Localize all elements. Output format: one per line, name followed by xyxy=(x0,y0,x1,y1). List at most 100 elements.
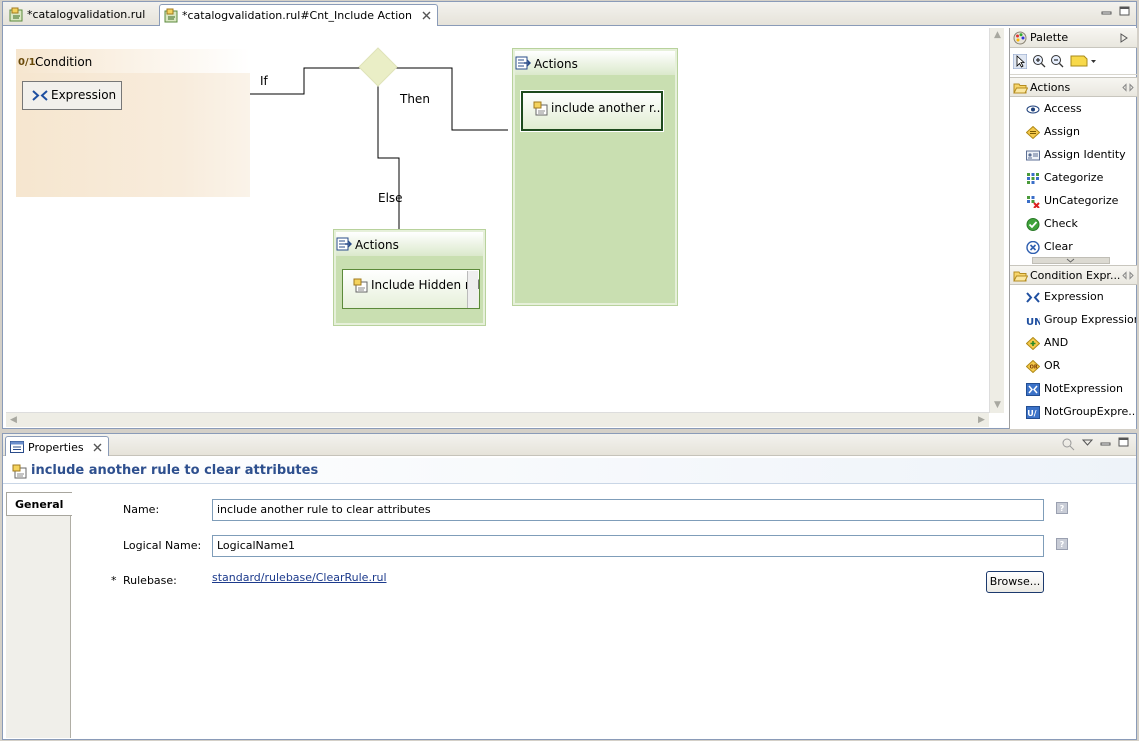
tab-label: *catalogvalidation.rul xyxy=(27,8,146,21)
palette-item-label: Assign Identity xyxy=(1044,148,1126,161)
palette-item-not-group-expression[interactable]: U/ NotGroupExpre... xyxy=(1024,402,1136,422)
palette-item-assign-identity[interactable]: Assign Identity xyxy=(1024,145,1136,165)
folder-open-icon xyxy=(1013,271,1028,282)
actions-icon xyxy=(336,237,352,251)
and-icon xyxy=(1026,337,1040,350)
tab-general[interactable]: General xyxy=(6,492,72,516)
pin-icon[interactable] xyxy=(1122,83,1134,92)
palette-item-expression[interactable]: Expression xyxy=(1024,287,1136,307)
properties-title: include another rule to clear attributes xyxy=(31,463,319,478)
canvas-horizontal-scrollbar[interactable]: ◀ ▶ xyxy=(6,412,989,427)
or-icon: OR xyxy=(1026,360,1040,373)
condition-title: Condition xyxy=(35,55,93,69)
palette-scroll-more[interactable] xyxy=(1032,257,1110,264)
branch-label-else: Else xyxy=(378,191,403,205)
palette-icon xyxy=(1013,31,1027,45)
rulebase-link[interactable]: standard/rulebase/ClearRule.rul xyxy=(212,571,387,584)
tab-properties[interactable]: Properties xyxy=(5,436,110,456)
include-action-label: include another r... xyxy=(551,101,663,115)
zoom-in-icon[interactable] xyxy=(1032,54,1046,68)
properties-tab-label: Properties xyxy=(28,441,84,454)
scroll-down-icon[interactable]: ▼ xyxy=(990,398,1005,413)
palette-group-actions[interactable]: Actions xyxy=(1010,77,1137,97)
svg-text:UN: UN xyxy=(1026,317,1040,327)
include-hidden-rule-node[interactable]: Include Hidden rule xyxy=(342,269,480,309)
not-expression-icon xyxy=(1026,383,1040,396)
properties-side-tabs: General xyxy=(6,492,72,738)
scroll-up-icon[interactable]: ▲ xyxy=(990,28,1005,43)
assign-icon xyxy=(1026,126,1040,139)
then-actions-panel[interactable]: Actions include another r... xyxy=(512,48,678,306)
scroll-right-icon[interactable]: ▶ xyxy=(974,413,989,428)
eye-icon xyxy=(1026,105,1040,114)
properties-tab-bar: Properties xyxy=(3,434,1136,456)
close-icon[interactable] xyxy=(93,443,102,452)
uncategorize-icon xyxy=(1027,196,1040,208)
browse-button[interactable]: Browse... xyxy=(986,571,1044,593)
scroll-left-icon[interactable]: ◀ xyxy=(6,413,21,428)
close-icon[interactable] xyxy=(422,11,431,20)
palette-item-categorize[interactable]: Categorize xyxy=(1024,168,1136,188)
name-label: Name: xyxy=(123,503,160,516)
palette-item-access[interactable]: Access xyxy=(1024,99,1136,119)
palette-item-label: AND xyxy=(1044,336,1069,349)
clear-icon xyxy=(1026,241,1040,254)
chevron-down-icon xyxy=(1066,258,1075,263)
canvas-vertical-scrollbar[interactable]: ▲ ▼ xyxy=(989,28,1004,413)
help-icon[interactable]: ? xyxy=(1056,538,1068,550)
rulebase-label: Rulebase: xyxy=(123,574,177,587)
tab-catalogvalidation[interactable]: *catalogvalidation.rul xyxy=(5,4,151,26)
pin-icon[interactable] xyxy=(1122,271,1134,280)
palette-item-label: Check xyxy=(1044,217,1078,230)
include-action-node-selected[interactable]: include another r... xyxy=(520,90,664,132)
palette-item-clear[interactable]: Clear xyxy=(1024,237,1136,257)
help-icon[interactable]: ? xyxy=(1056,502,1068,514)
zoom-out-icon[interactable] xyxy=(1050,54,1064,68)
decision-diamond xyxy=(358,47,398,87)
note-tool-icon[interactable] xyxy=(1070,55,1096,67)
minimize-icon[interactable] xyxy=(1101,6,1112,16)
palette-toolbar xyxy=(1010,49,1137,75)
logical-name-label: Logical Name: xyxy=(123,539,202,552)
tab-include-action[interactable]: *catalogvalidation.rul#Cnt_Include Actio… xyxy=(159,4,438,26)
palette-item-and[interactable]: AND xyxy=(1024,333,1136,353)
expression-node[interactable]: Expression xyxy=(22,81,122,110)
maximize-icon[interactable] xyxy=(1118,437,1129,447)
diagram-canvas[interactable]: 0/1 Condition Expression If Then Else Ac… xyxy=(6,28,1003,413)
logical-name-field[interactable]: LogicalName1 xyxy=(212,535,1044,557)
pin-view-icon[interactable] xyxy=(1061,437,1075,451)
palette-item-label: Group Expression xyxy=(1044,313,1136,326)
view-menu-icon[interactable] xyxy=(1082,438,1093,448)
palette-item-uncategorize[interactable]: UnCategorize xyxy=(1024,191,1136,211)
else-actions-panel[interactable]: Actions Include Hidden rule xyxy=(333,229,486,326)
palette-group-condition-expressions[interactable]: Condition Expr... xyxy=(1010,265,1137,285)
palette-item-group-expression[interactable]: UN Group Expression xyxy=(1024,310,1136,330)
minimize-icon[interactable] xyxy=(1100,437,1111,447)
maximize-icon[interactable] xyxy=(1119,6,1130,16)
properties-title-bar: include another rule to clear attributes xyxy=(3,458,1136,484)
expression-label: Expression xyxy=(51,88,117,102)
palette-item-label: UnCategorize xyxy=(1044,194,1119,207)
properties-icon xyxy=(10,441,24,453)
palette-item-check[interactable]: Check xyxy=(1024,214,1136,234)
include-rule-icon xyxy=(533,101,548,116)
include-rule-icon xyxy=(353,278,368,293)
node-scrollbar[interactable] xyxy=(467,271,478,308)
palette-collapse-icon[interactable] xyxy=(1120,33,1129,43)
palette-item-assign[interactable]: Assign xyxy=(1024,122,1136,142)
palette-item-label: Access xyxy=(1044,102,1082,115)
palette-header[interactable]: Palette xyxy=(1010,28,1137,48)
select-tool-icon[interactable] xyxy=(1013,54,1027,69)
properties-view: Properties include another rule to clear… xyxy=(2,433,1137,740)
condition-box[interactable]: 0/1 Condition Expression xyxy=(16,49,250,197)
name-field[interactable]: include another rule to clear attributes xyxy=(212,499,1044,521)
palette: Palette Actions Access Assign Assign Ide… xyxy=(1009,28,1137,429)
palette-item-label: Clear xyxy=(1044,240,1073,253)
palette-title: Palette xyxy=(1030,31,1069,44)
palette-item-label: NotExpression xyxy=(1044,382,1123,395)
palette-item-or[interactable]: OR OR xyxy=(1024,356,1136,376)
branch-label-then: Then xyxy=(400,92,430,106)
palette-item-not-expression[interactable]: NotExpression xyxy=(1024,379,1136,399)
include-rule-icon xyxy=(12,464,27,479)
palette-item-label: Expression xyxy=(1044,290,1104,303)
